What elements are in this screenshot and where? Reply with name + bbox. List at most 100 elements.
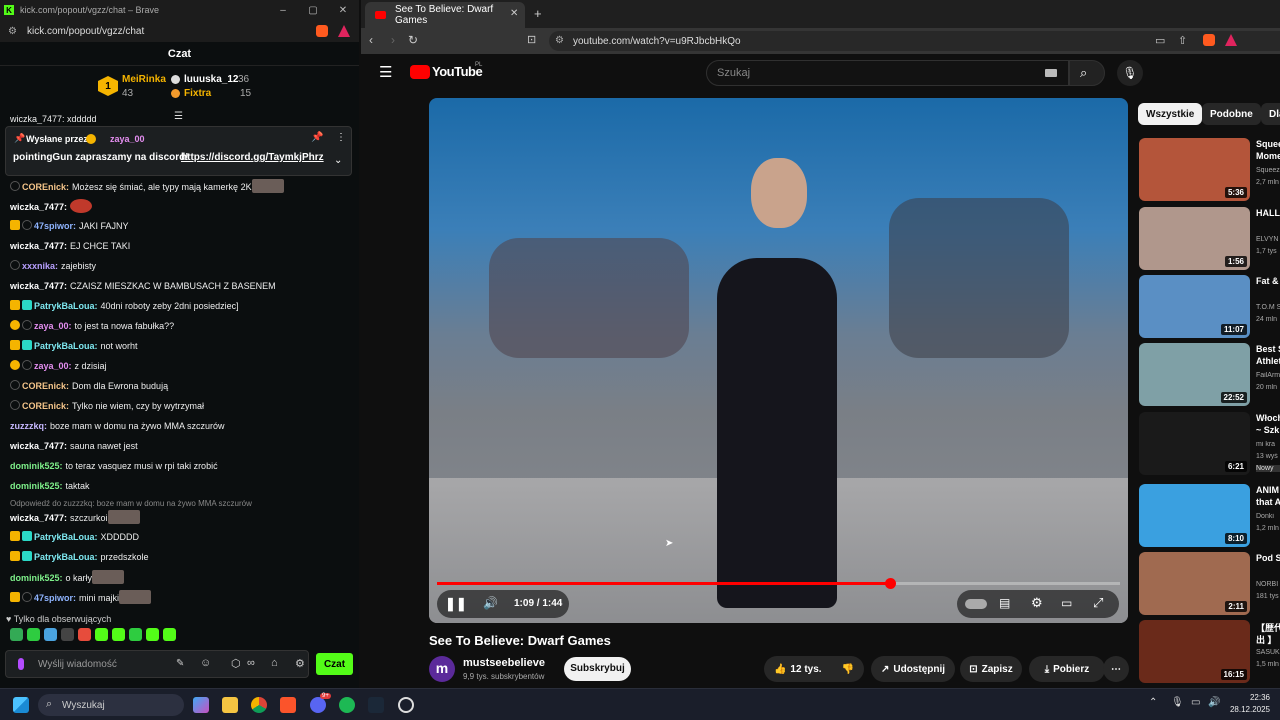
chat-username[interactable]: wiczka_7477: <box>10 281 67 291</box>
recommendation-title[interactable]: Pod S <box>1256 553 1280 563</box>
share-button[interactable]: ↗ Udostępnij <box>871 656 955 682</box>
search-input[interactable]: Szukaj <box>706 60 1069 86</box>
format-icon[interactable]: ✎ <box>176 658 184 669</box>
close-tab-icon[interactable]: ✕ <box>510 8 518 19</box>
chip-related[interactable]: Podobne <box>1202 103 1261 125</box>
chevron-down-icon[interactable]: ⌄ <box>334 155 342 166</box>
more-actions-button[interactable]: ⋯ <box>1103 656 1129 682</box>
back-icon[interactable]: ‹ <box>369 33 373 47</box>
steam-icon[interactable] <box>368 697 384 713</box>
file-explorer-icon[interactable] <box>222 697 238 713</box>
chat-username[interactable]: PatrykBaLoua: <box>34 532 98 542</box>
leaderboard-toggle-icon[interactable]: ☰ <box>174 111 183 122</box>
brave-icon[interactable] <box>280 697 296 713</box>
recommendation-title[interactable]: Best S <box>1256 344 1280 354</box>
emote-shortcut-icon[interactable] <box>163 628 176 641</box>
display-tray-icon[interactable]: ▭ <box>1191 697 1200 708</box>
subscribe-button[interactable]: Subskrybuj <box>564 657 631 681</box>
chat-username[interactable]: wiczka_7477: <box>10 513 67 523</box>
obs-icon[interactable] <box>398 697 414 713</box>
settings-icon[interactable]: ⚙ <box>1031 595 1043 611</box>
maximize-icon[interactable]: ▢ <box>298 0 328 20</box>
recommendation-title[interactable]: Squee <box>1256 139 1280 149</box>
channel-name[interactable]: mustseebelieve <box>463 657 545 669</box>
recommendation-thumbnail[interactable]: 5:36 <box>1139 138 1250 201</box>
recommendation-thumbnail[interactable]: 11:07 <box>1139 275 1250 338</box>
progress-scrubber[interactable] <box>884 578 896 589</box>
subtitles-icon[interactable]: ▤ <box>999 596 1010 610</box>
emote-shortcut-icon[interactable] <box>112 628 125 641</box>
chip-for-you[interactable]: Dla <box>1261 103 1280 125</box>
save-button[interactable]: ⊡ Zapisz <box>960 656 1022 682</box>
brave-shield-icon[interactable] <box>1203 34 1215 46</box>
channel-avatar[interactable]: m <box>429 656 455 682</box>
chat-username[interactable]: PatrykBaLoua: <box>34 552 98 562</box>
like-icon[interactable]: 👍 <box>774 664 786 675</box>
recommendation-thumbnail[interactable]: 8:10 <box>1139 484 1250 547</box>
site-info-icon[interactable]: ⚙ <box>8 26 17 37</box>
new-tab-icon[interactable]: + <box>534 6 542 21</box>
chat-username[interactable]: dominik525: <box>10 461 63 471</box>
brave-rewards-icon[interactable] <box>338 25 350 37</box>
kick-address-bar[interactable]: ⚙ kick.com/popout/vgzz/chat <box>0 20 359 42</box>
recommendation-thumbnail[interactable]: 22:52 <box>1139 343 1250 406</box>
pinned-discord-link[interactable]: https://discord.gg/TaymkjPhrz <box>181 152 324 163</box>
unpin-icon[interactable]: 📌 <box>311 132 323 143</box>
keyboard-icon[interactable] <box>1045 69 1057 77</box>
chat-username[interactable]: dominik525: <box>10 481 63 491</box>
recommendation-title[interactable]: HALLO <box>1256 208 1280 218</box>
taskbar-search[interactable]: ⌕ Wyszukaj <box>38 694 184 716</box>
volume-tray-icon[interactable]: 🔊 <box>1208 697 1220 708</box>
chip-all[interactable]: Wszystkie <box>1138 103 1203 125</box>
recommendation-thumbnail[interactable]: 16:15 <box>1139 620 1250 683</box>
chat-username[interactable]: PatrykBaLoua: <box>34 341 98 351</box>
tray-chevron-icon[interactable]: ⌃ <box>1149 697 1157 708</box>
share-icon[interactable]: ⇧ <box>1178 34 1187 47</box>
forward-icon[interactable]: › <box>391 33 395 47</box>
bookmark-icon[interactable]: ⊡ <box>527 33 536 46</box>
video-player[interactable]: ❚❚ 🔊 1:09 / 1:44 ▤ ⚙ ▭ ⤢ ➤ <box>429 98 1128 623</box>
like-count[interactable]: 12 tys. <box>790 664 821 675</box>
microphone-tray-icon[interactable]: 🎙 <box>1171 697 1184 708</box>
emote-shortcut-icon[interactable] <box>95 628 108 641</box>
chat-username[interactable]: zuzzzkq: <box>10 421 47 431</box>
windows-start-icon[interactable] <box>13 697 29 713</box>
recommendation-thumbnail[interactable]: 6:21 <box>1139 412 1250 475</box>
emote-shortcut-icon[interactable] <box>146 628 159 641</box>
chat-username[interactable]: wiczka_7477: <box>10 202 67 212</box>
chat-username[interactable]: COREnick: <box>22 182 69 192</box>
send-chat-button[interactable]: Czat <box>316 653 353 675</box>
cast-icon[interactable]: ▭ <box>1155 34 1165 47</box>
site-info-icon[interactable]: ⚙ <box>555 35 564 46</box>
chat-username[interactable]: wiczka_7477: <box>10 241 67 251</box>
emote-shortcut-icon[interactable] <box>44 628 57 641</box>
chat-username[interactable]: wiczka_7477: <box>10 441 67 451</box>
youtube-logo-icon[interactable] <box>410 65 430 79</box>
emote-shortcut-icon[interactable] <box>129 628 142 641</box>
tab-youtube[interactable]: See To Believe: Dwarf Games ✕ <box>365 2 525 28</box>
recommendation-title[interactable]: ANIM <box>1256 485 1280 495</box>
chat-username[interactable]: 47spiwor: <box>34 593 76 603</box>
pause-icon[interactable]: ❚❚ <box>445 596 467 612</box>
close-icon[interactable]: ✕ <box>328 0 358 20</box>
settings-gear-icon[interactable]: ⚙ <box>295 657 305 670</box>
clock-date[interactable]: 28.12.2025 <box>1222 705 1270 714</box>
microphone-icon[interactable] <box>18 658 24 670</box>
infinity-icon[interactable]: ∞ <box>247 657 255 669</box>
download-button[interactable]: ⤓ Pobierz <box>1029 656 1105 682</box>
chat-username[interactable]: COREnick: <box>22 401 69 411</box>
chat-username[interactable]: COREnick: <box>22 381 69 391</box>
chrome-icon[interactable] <box>251 697 267 713</box>
voice-search-icon[interactable]: 🎙 <box>1117 60 1143 86</box>
emote-shortcut-icon[interactable] <box>10 628 23 641</box>
chat-username[interactable]: PatrykBaLoua: <box>34 301 98 311</box>
recommendation-title[interactable]: Włoch <box>1256 413 1280 423</box>
chat-input[interactable]: Wyślij wiadomość ✎ ☺ ⬡ ∞ ⌂ ⚙ <box>5 650 309 678</box>
minimize-icon[interactable]: – <box>268 0 298 20</box>
chat-username[interactable]: zaya_00: <box>34 321 72 331</box>
store-icon[interactable]: ⌂ <box>271 657 278 669</box>
chat-username[interactable]: zaya_00: <box>34 361 72 371</box>
recommendation-thumbnail[interactable]: 2:11 <box>1139 552 1250 615</box>
chat-username[interactable]: dominik525: <box>10 573 63 583</box>
autoplay-toggle[interactable] <box>965 599 987 609</box>
